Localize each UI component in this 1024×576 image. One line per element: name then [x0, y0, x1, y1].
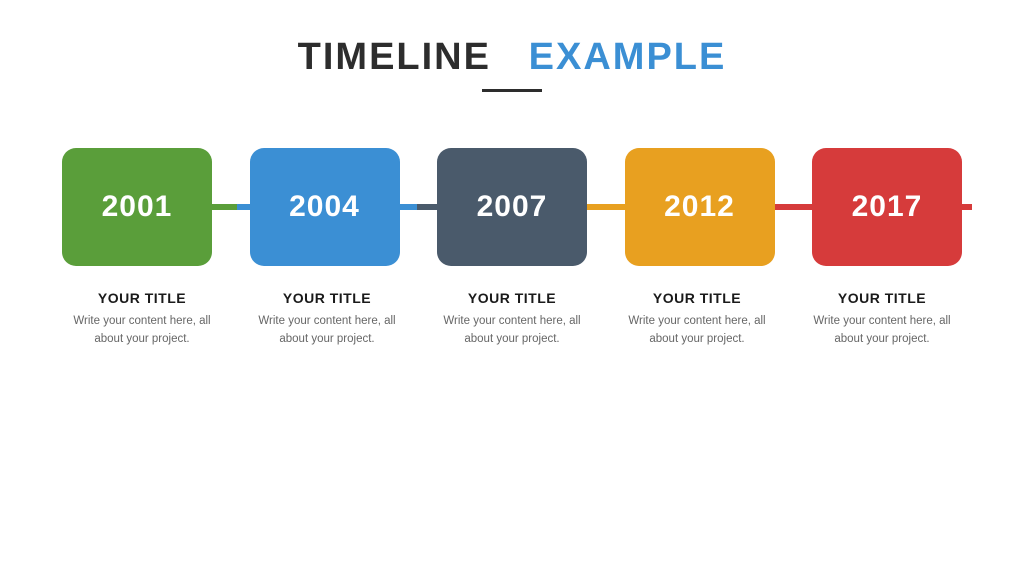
timeline-track: 2001 2004 2007 2012 2017 [62, 142, 962, 272]
label-title-1: YOUR TITLE [62, 290, 222, 306]
timeline-box-2017: 2017 [812, 148, 962, 266]
label-title-3: YOUR TITLE [432, 290, 592, 306]
label-title-4: YOUR TITLE [617, 290, 777, 306]
year-2004: 2004 [289, 190, 360, 224]
label-desc-4: Write your content here, all about your … [617, 312, 777, 349]
timeline-items: 2001 2004 2007 2012 2017 [62, 142, 962, 272]
label-title-5: YOUR TITLE [802, 290, 962, 306]
year-2012: 2012 [664, 190, 735, 224]
title-word-2: EXAMPLE [529, 36, 727, 78]
timeline-box-2004: 2004 [250, 148, 400, 266]
label-item-2: YOUR TITLE Write your content here, all … [247, 290, 407, 349]
title-word-1: TIMELINE [298, 36, 491, 78]
timeline-box-2012: 2012 [625, 148, 775, 266]
label-item-5: YOUR TITLE Write your content here, all … [802, 290, 962, 349]
year-2001: 2001 [102, 190, 173, 224]
page-title: TIMELINE EXAMPLE [298, 36, 727, 79]
timeline-box-2001: 2001 [62, 148, 212, 266]
header-divider [482, 89, 542, 92]
page-header: TIMELINE EXAMPLE [298, 36, 727, 92]
label-title-2: YOUR TITLE [247, 290, 407, 306]
label-item-4: YOUR TITLE Write your content here, all … [617, 290, 777, 349]
timeline-labels: YOUR TITLE Write your content here, all … [62, 290, 962, 349]
timeline-section: 2001 2004 2007 2012 2017 YOUR TITLE Writ… [0, 142, 1024, 349]
year-2007: 2007 [477, 190, 548, 224]
label-desc-3: Write your content here, all about your … [432, 312, 592, 349]
year-2017: 2017 [852, 190, 923, 224]
label-desc-1: Write your content here, all about your … [62, 312, 222, 349]
label-item-3: YOUR TITLE Write your content here, all … [432, 290, 592, 349]
label-desc-5: Write your content here, all about your … [802, 312, 962, 349]
label-item-1: YOUR TITLE Write your content here, all … [62, 290, 222, 349]
label-desc-2: Write your content here, all about your … [247, 312, 407, 349]
timeline-box-2007: 2007 [437, 148, 587, 266]
